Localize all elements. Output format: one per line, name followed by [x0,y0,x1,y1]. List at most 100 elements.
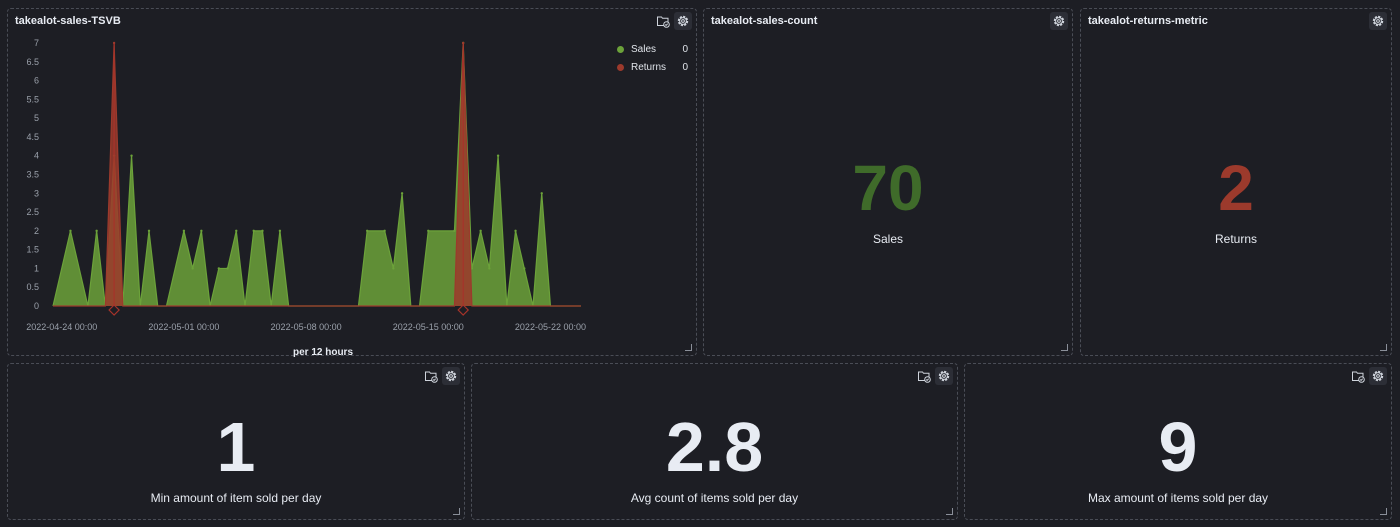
x-tick-label: 2022-05-15 00:00 [393,322,464,332]
data-point [235,229,238,233]
panel-actions [915,367,953,385]
min-metric-panel: 1 Min amount of item sold per day [7,363,465,520]
gear-icon [1372,370,1384,382]
inspect-button[interactable] [1349,367,1367,385]
gear-icon [445,370,457,382]
data-point [252,229,255,233]
settings-button[interactable] [1369,367,1387,385]
data-point [278,229,282,233]
metric-block: 9 Max amount of items sold per day [965,412,1391,505]
metric-label: Min amount of item sold per day [150,491,322,505]
resize-handle-icon[interactable] [1380,344,1387,351]
returns-metric-panel: takealot-returns-metric 2 Returns [1080,8,1392,356]
settings-button[interactable] [1050,12,1068,30]
data-point [365,229,369,233]
data-point [453,229,456,233]
data-point [392,267,395,270]
x-tick-label: 2022-05-08 00:00 [271,322,342,332]
metric-block: 2.8 Avg count of items sold per day [472,412,957,505]
resize-handle-icon[interactable] [1061,344,1068,351]
tsvb-panel: takealot-sales-TSVB Sales 0 Returns 0 00… [7,8,697,358]
diamond-marker-icon [108,304,120,316]
y-tick-label: 3.5 [26,170,39,180]
sales-count-panel: takealot-sales-count 70 Sales [703,8,1073,356]
metric-block: 70 Sales [704,156,1072,246]
x-axis-title: per 12 hours [292,347,354,358]
y-tick-label: 4 [34,151,39,161]
panel-actions [422,367,460,385]
y-tick-label: 4.5 [26,132,39,142]
legend-value: 0 [682,43,688,55]
y-tick-label: 7 [34,38,39,48]
data-point [514,229,517,233]
y-tick-label: 0 [34,301,39,311]
metric-label: Avg count of items sold per day [630,491,799,505]
metric-label: Sales [872,232,904,246]
gear-icon [1053,15,1065,27]
y-tick-label: 5 [34,113,39,123]
metric-value: 1 [216,408,256,486]
data-point [95,229,98,233]
resize-handle-icon[interactable] [453,508,460,515]
panel-actions [654,12,692,30]
metric-label: Returns [1214,232,1258,246]
max-metric-panel: 9 Max amount of items sold per day [964,363,1392,520]
metric-block: 1 Min amount of item sold per day [8,412,464,505]
metric-value: 70 [852,152,924,224]
y-tick-label: 5.5 [26,94,39,104]
sales-chart[interactable]: 0 0.5 1 1.5 2 2.5 3 3.5 4 4.5 5 5.5 6 6.5 7 2022-04-24 … [8,9,638,349]
data-point [540,192,543,195]
resize-handle-icon[interactable] [685,344,692,351]
metric-block: 2 Returns [1081,156,1391,246]
settings-button[interactable] [674,12,692,30]
data-point [400,192,404,195]
data-point [479,229,482,233]
legend-value: 0 [682,61,688,73]
settings-button[interactable] [442,367,460,385]
data-point [217,267,221,270]
diamond-marker-icon [457,304,470,316]
resize-handle-icon[interactable] [1380,508,1387,515]
data-point [69,229,72,233]
y-tick-label: 6 [34,76,39,86]
data-point [488,267,491,270]
panel-actions [1050,12,1068,30]
gear-icon [1372,15,1384,27]
settings-button[interactable] [935,367,953,385]
metric-value: 2 [1218,152,1254,224]
data-point [496,154,500,157]
resize-handle-icon[interactable] [946,508,953,515]
settings-button[interactable] [1369,12,1387,30]
y-tick-label: 1 [34,263,39,273]
y-tick-label: 6.5 [26,57,39,67]
x-tick-label: 2022-04-24 00:00 [26,322,97,332]
data-point [191,267,194,270]
panel-title: takealot-returns-metric [1088,15,1208,27]
data-point [147,229,151,233]
data-point [523,267,526,270]
data-point [427,229,430,233]
folder-check-icon [1352,371,1365,383]
inspect-button[interactable] [915,367,933,385]
y-tick-label: 3 [34,188,39,198]
data-point [383,229,386,233]
x-tick-label: 2022-05-01 00:00 [148,322,219,332]
inspect-button[interactable] [422,367,440,385]
y-tick-label: 1.5 [26,245,39,255]
gear-icon [938,370,950,382]
x-tick-label: 2022-05-22 00:00 [515,322,586,332]
legend-name: Sales [631,43,657,55]
folder-check-icon [425,371,438,383]
legend-name: Returns [631,61,667,73]
y-tick-label: 2.5 [26,207,39,217]
folder-check-icon [918,371,931,383]
metric-value: 2.8 [665,408,764,486]
data-point [226,267,229,270]
data-point [130,154,133,157]
inspect-button[interactable] [654,12,672,30]
data-point [261,229,264,233]
y-tick-label: 2 [34,226,39,236]
gear-icon [677,15,689,27]
data-point [200,229,203,233]
panel-title: takealot-sales-count [711,15,818,27]
